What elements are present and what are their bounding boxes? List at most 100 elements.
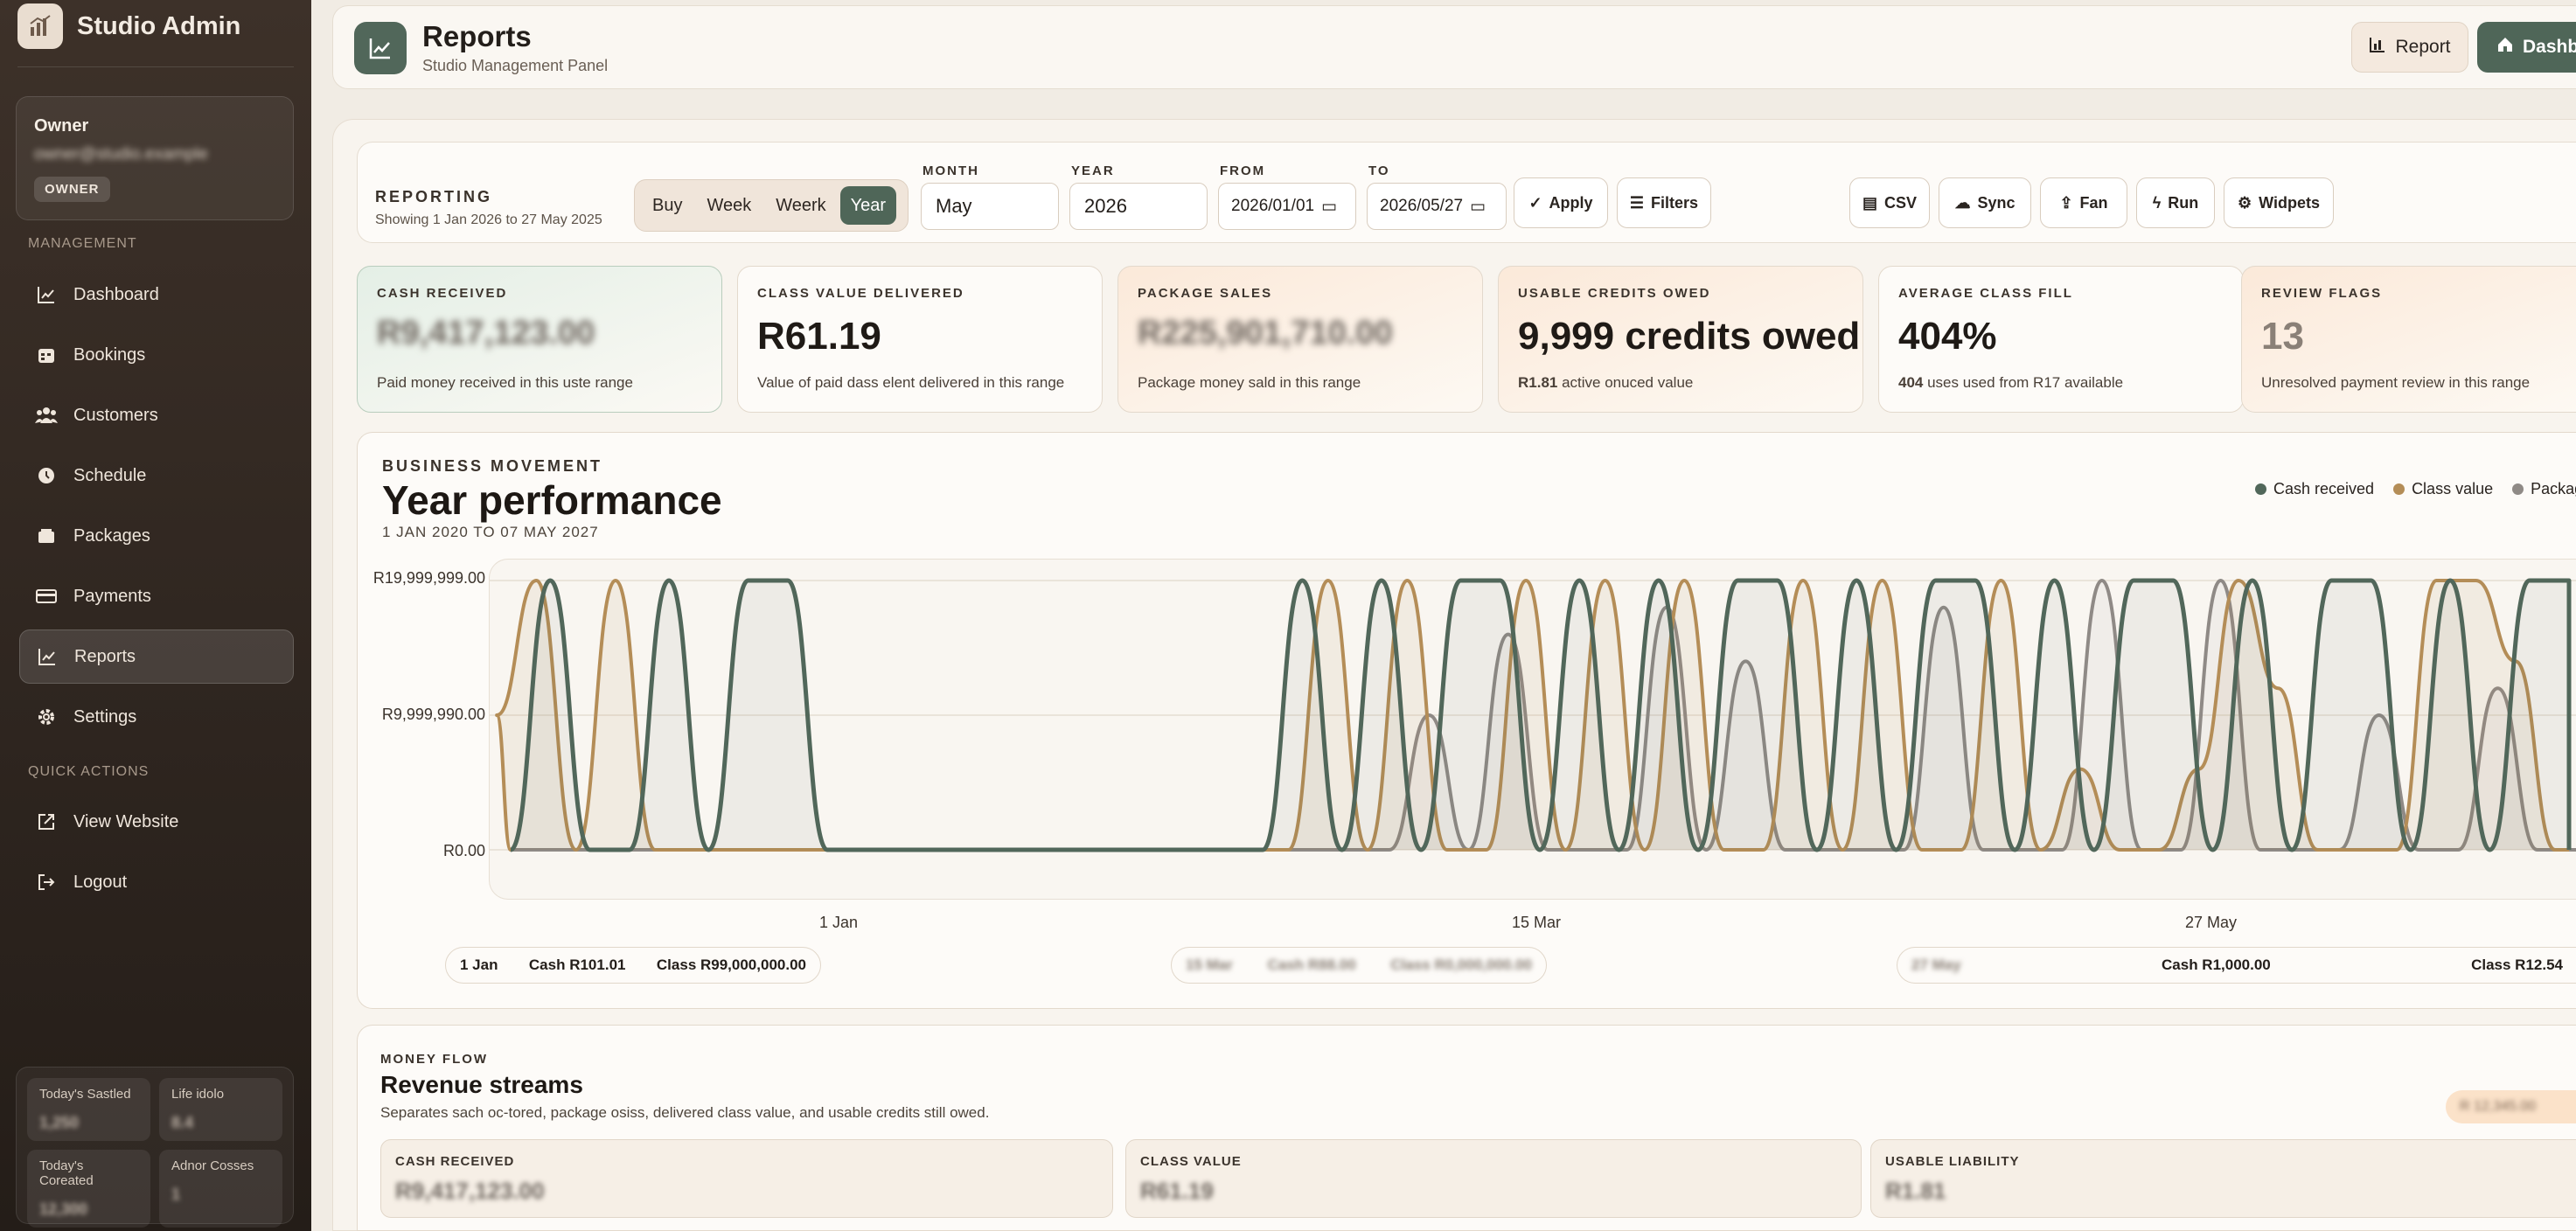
page-title: Reports <box>422 20 532 52</box>
kpi-label: PACKAGE SALES <box>1138 286 1273 301</box>
bar-chart-icon <box>2369 36 2386 59</box>
cloud-icon: ☁ <box>1954 193 1971 212</box>
sidebar: Studio Admin Owner owner@studio.example … <box>0 0 311 1231</box>
flow-box-value: R9,417,123.00 <box>395 1178 545 1204</box>
filters-button[interactable]: ☰ Filters <box>1617 177 1711 228</box>
kpi-value: R61.19 <box>757 315 881 358</box>
sidebar-item-reports[interactable]: Reports <box>19 629 294 684</box>
legend-item-class[interactable]: Class value <box>2393 480 2493 498</box>
flow-box-class-value: CLASS VALUE R61.19 <box>1125 1139 1862 1218</box>
period-summary-pill[interactable]: 27 May Cash R1,000.00 Class R12.54 <box>1897 947 2576 984</box>
run-button[interactable]: ϟ Run <box>2136 177 2215 228</box>
sidebar-item-view-website[interactable]: View Website <box>19 795 294 849</box>
segment-year[interactable]: Year <box>839 186 897 225</box>
kpi-desc: R1.81 active onuced value <box>1518 374 1843 392</box>
flow-box-value: R61.19 <box>1140 1178 1214 1204</box>
from-date-input[interactable]: 2026/01/01 ▭ <box>1218 183 1356 230</box>
sidebar-item-label: Bookings <box>73 344 146 365</box>
widgets-label: Widpets <box>2259 193 2320 212</box>
kpi-value: 404% <box>1898 315 1997 358</box>
kpi-value: R9,417,123.00 <box>377 315 595 351</box>
x-tick-label: 1 Jan <box>819 914 859 931</box>
stat-value: 1,250 <box>39 1114 80 1131</box>
owner-card: Owner owner@studio.example OWNER <box>16 96 294 220</box>
fan-button[interactable]: ⇪ Fan <box>2040 177 2127 228</box>
legend-label: Cash received <box>2273 480 2375 497</box>
sidebar-item-settings[interactable]: Settings <box>19 690 294 744</box>
sidebar-item-packages[interactable]: Packages <box>19 509 294 563</box>
upload-icon: ⇪ <box>2059 193 2073 212</box>
brand[interactable]: Studio Admin <box>17 0 294 52</box>
stat-card: Life idolo 8.4 <box>159 1078 282 1141</box>
kpi-desc: Paid money received in this uste range <box>377 374 633 391</box>
sidebar-item-customers[interactable]: Customers <box>19 388 294 442</box>
sidebar-item-label: View Website <box>73 811 179 831</box>
sidebar-item-bookings[interactable]: Bookings <box>19 328 294 382</box>
flow-title: Revenue streams <box>380 1071 583 1098</box>
kpi-card-average-class-fill: AVERAGE CLASS FILL 404% 404 uses used fr… <box>1878 266 2244 413</box>
page-header: Reports Studio Management Panel Report D… <box>332 5 2576 89</box>
y-tick-label: R19,999,999.00 <box>372 569 485 587</box>
sidebar-item-label: Dashboard <box>73 284 159 304</box>
sidebar-stats: Today's Sastled 1,250 Life idolo 8.4 Today… <box>16 1067 294 1228</box>
sync-label: Sync <box>1977 193 2016 212</box>
dashboard-button[interactable]: Dashboard <box>2477 22 2576 73</box>
legend-item-package[interactable]: Package value <box>2512 480 2576 498</box>
apply-button[interactable]: ✓ Apply <box>1514 177 1608 228</box>
summary-cash: Cash R101.01 <box>528 956 626 973</box>
to-date-value: 2026/05/27 <box>1380 197 1464 215</box>
kpi-card-class-value: CLASS VALUE DELIVERED R61.19 Value of pa… <box>737 266 1103 413</box>
kpi-label: CLASS VALUE DELIVERED <box>757 286 964 301</box>
y-tick-label: R0.00 <box>442 842 485 859</box>
kpi-label: CASH RECEIVED <box>377 286 508 301</box>
kpi-desc-text: uses used from R17 available <box>1923 374 2124 391</box>
sidebar-item-label: Schedule <box>73 465 147 485</box>
calendar-icon <box>35 344 58 366</box>
sidebar-item-label: Settings <box>73 706 137 727</box>
widgets-button[interactable]: ⚙ Widpets <box>2224 177 2334 228</box>
role-badge: OWNER <box>34 177 110 202</box>
plot-area[interactable] <box>489 559 2576 900</box>
stat-card: Adnor Cosses 1 <box>159 1150 282 1228</box>
gear-icon <box>35 706 58 728</box>
month-select[interactable]: May <box>921 183 1059 230</box>
sidebar-item-dashboard[interactable]: Dashboard <box>19 268 294 322</box>
legend-dot <box>2512 483 2524 495</box>
stat-label: Today's Coreated <box>39 1158 94 1188</box>
segment-buy[interactable]: Buy <box>642 186 693 225</box>
legend-item-cash[interactable]: Cash received <box>2255 480 2374 498</box>
kpi-desc-strong: R1.81 <box>1518 374 1558 391</box>
stat-value: 1 <box>171 1186 181 1203</box>
segment-week[interactable]: Week <box>696 186 762 225</box>
sidebar-item-schedule[interactable]: Schedule <box>19 449 294 503</box>
to-date-input[interactable]: 2026/05/27 ▭ <box>1367 183 1507 230</box>
reports-icon <box>354 22 407 74</box>
money-flow-card: MONEY FLOW Revenue streams Separates sac… <box>357 1025 2576 1231</box>
report-button[interactable]: Report <box>2351 22 2468 73</box>
legend-label: Package value <box>2531 480 2576 497</box>
dashboard-icon <box>35 283 58 306</box>
from-label: FROM <box>1220 163 1266 178</box>
sync-button[interactable]: ☁ Sync <box>1939 177 2031 228</box>
legend-label: Class value <box>2412 480 2494 497</box>
kpi-card-review-flags: REVIEW FLAGS 13 Unresolved payment revie… <box>2241 266 2576 413</box>
sidebar-item-logout[interactable]: Logout <box>19 855 294 909</box>
sliders-icon: ☰ <box>1629 193 1645 212</box>
flow-box-label: CLASS VALUE <box>1140 1154 1242 1169</box>
filters-label: Filters <box>1651 193 1699 212</box>
performance-chart <box>490 578 2576 852</box>
flow-desc: Separates sach oc-tored, package osiss, … <box>380 1104 990 1121</box>
sidebar-item-payments[interactable]: Payments <box>19 569 294 623</box>
apply-label: Apply <box>1549 193 1593 212</box>
kpi-label: REVIEW FLAGS <box>2261 286 2383 301</box>
chart-title: Year performance <box>382 477 722 523</box>
segment-weerk[interactable]: Weerk <box>765 186 836 225</box>
toolbar-title: REPORTING <box>375 188 493 205</box>
csv-button[interactable]: ▤ CSV <box>1849 177 1930 228</box>
period-summary-pill[interactable]: 15 Mar Cash R88.00 Class R0,000,000.00 <box>1171 947 1547 984</box>
period-summary-pill[interactable]: 1 Jan Cash R101.01 Class R99,000,000.00 <box>445 947 821 984</box>
summary-date: 1 Jan <box>460 956 498 973</box>
year-select[interactable]: 2026 <box>1069 183 1208 230</box>
summary-date: 27 May <box>1911 956 1961 973</box>
summary-class: Class R12.54 <box>2471 956 2563 973</box>
